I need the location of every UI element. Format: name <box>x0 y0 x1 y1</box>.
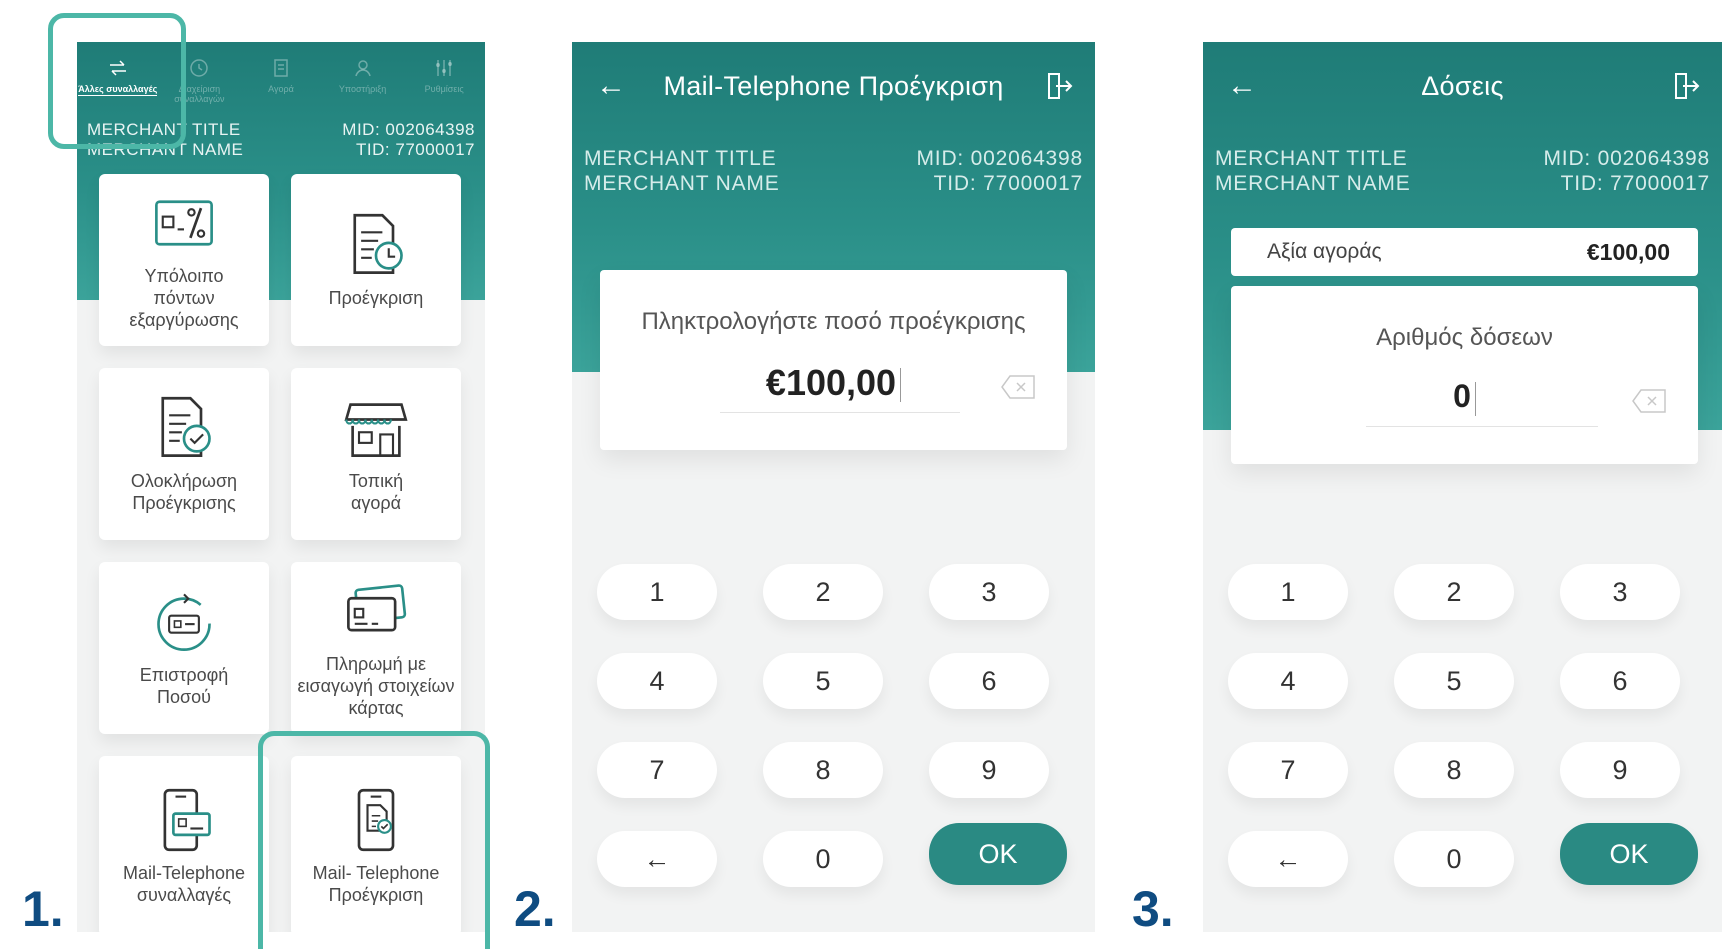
text-caret <box>900 368 902 403</box>
document-check-icon <box>161 396 211 457</box>
amount-value: €100,00 <box>765 362 897 403</box>
purchase-value-label: Αξία αγοράς <box>1267 240 1382 263</box>
key-3[interactable]: 3 <box>1560 564 1680 620</box>
merchant-info: MERCHANT TITLE MERCHANT NAME MID: 002064… <box>1215 146 1710 196</box>
nav-item-settings[interactable]: Ρυθμίσεις <box>403 52 485 122</box>
step-number-3: 3. <box>1132 881 1174 937</box>
amount-entry-card: Πληκτρολογήστε ποσό προέγκρισης €100,00 <box>600 270 1067 450</box>
merchant-id: MID: 002064398 <box>1543 147 1710 170</box>
exit-icon[interactable] <box>1043 70 1075 102</box>
purchase-value: €100,00 <box>1586 238 1670 265</box>
installments-input[interactable]: 0 <box>1231 378 1698 416</box>
key-5[interactable]: 5 <box>1394 653 1514 709</box>
merchant-title: MERCHANT TITLE <box>584 147 777 170</box>
key-5[interactable]: 5 <box>763 653 883 709</box>
key-3[interactable]: 3 <box>929 564 1049 620</box>
amount-prompt: Πληκτρολογήστε ποσό προέγκρισης <box>641 308 1026 335</box>
key-0[interactable]: 0 <box>1394 831 1514 887</box>
merchant-name: MERCHANT NAME <box>1215 172 1411 195</box>
key-9[interactable]: 9 <box>929 742 1049 798</box>
page-title: Mail-Telephone Προέγκριση <box>663 70 1004 101</box>
document-clock-icon <box>353 213 403 274</box>
screen-mail-telephone-pre-authorization: ← Mail-Telephone Προέγκριση MERCHANT TIT… <box>572 42 1095 932</box>
tile-manual-card-entry[interactable]: Πληρωμή με εισαγωγή στοιχείων κάρτας <box>291 562 461 734</box>
history-icon <box>190 59 209 77</box>
backspace-icon[interactable] <box>1000 374 1036 400</box>
points-percent-icon <box>155 200 213 246</box>
tile-points-balance[interactable]: Υπόλοιπο πόντων εξαργύρωσης <box>99 174 269 346</box>
merchant-title: MERCHANT TITLE <box>1215 147 1408 170</box>
store-icon <box>344 403 408 457</box>
key-7[interactable]: 7 <box>1228 742 1348 798</box>
tile-label: Υπόλοιπο πόντων εξαργύρωσης <box>129 266 239 330</box>
key-2[interactable]: 2 <box>1394 564 1514 620</box>
terminal-id: TID: 77000017 <box>356 140 475 159</box>
tile-mail-telephone-transactions[interactable]: Mail-Telephone συναλλαγές <box>99 756 269 932</box>
key-7[interactable]: 7 <box>597 742 717 798</box>
input-underline <box>720 412 960 413</box>
tile-local-purchase[interactable]: Τοπική αγορά <box>291 368 461 540</box>
merchant-id: MID: 002064398 <box>916 147 1083 170</box>
page-title: Δόσεις <box>1421 70 1504 101</box>
purchase-value-bar: Αξία αγοράς €100,00 <box>1231 228 1698 276</box>
tile-label: Προέγκριση <box>328 288 424 308</box>
tile-label: Πληρωμή με εισαγωγή στοιχείων κάρτας <box>297 654 455 718</box>
installments-value: 0 <box>1453 378 1471 414</box>
nav-item-purchase[interactable]: Αγορά <box>240 52 322 122</box>
key-4[interactable]: 4 <box>597 653 717 709</box>
app-header: ← Mail-Telephone Προέγκριση <box>572 64 1095 108</box>
step-number-2: 2. <box>514 881 556 937</box>
highlight-nav-other-transactions <box>48 13 186 149</box>
key-8[interactable]: 8 <box>1394 742 1514 798</box>
key-9[interactable]: 9 <box>1560 742 1680 798</box>
app-header: ← Δόσεις <box>1203 64 1722 108</box>
tile-complete-pre-authorization[interactable]: Ολοκλήρωση Προέγκρισης <box>99 368 269 540</box>
tile-refund[interactable]: Επιστροφή Ποσού <box>99 562 269 734</box>
key-6[interactable]: 6 <box>929 653 1049 709</box>
refund-card-icon <box>157 593 211 651</box>
step-number-1: 1. <box>22 881 64 937</box>
screen-installments: ← Δόσεις MERCHANT TITLE MERCHANT NAME MI… <box>1203 42 1722 932</box>
key-1[interactable]: 1 <box>1228 564 1348 620</box>
key-back-arrow[interactable]: ← <box>1228 831 1348 887</box>
nav-item-support[interactable]: Υποστήριξη <box>322 52 404 122</box>
key-6[interactable]: 6 <box>1560 653 1680 709</box>
support-icon <box>354 60 371 77</box>
input-underline <box>1366 426 1598 427</box>
highlight-mail-telephone-pre-authorization <box>258 731 490 949</box>
nav-label: Ρυθμίσεις <box>424 84 464 94</box>
merchant-name: MERCHANT NAME <box>584 172 780 195</box>
terminal-id: TID: 77000017 <box>933 172 1083 195</box>
exit-icon[interactable] <box>1670 70 1702 102</box>
merchant-info: MERCHANT TITLE MERCHANT NAME MID: 002064… <box>584 146 1083 196</box>
tile-label: Mail-Telephone συναλλαγές <box>122 863 246 905</box>
key-4[interactable]: 4 <box>1228 653 1348 709</box>
amount-input[interactable]: €100,00 <box>600 362 1067 404</box>
purchase-icon <box>274 59 288 77</box>
text-caret <box>1474 381 1476 416</box>
phone-card-icon <box>163 788 211 852</box>
key-8[interactable]: 8 <box>763 742 883 798</box>
tile-label: Ολοκλήρωση Προέγκρισης <box>130 471 238 513</box>
backspace-icon[interactable] <box>1631 388 1667 414</box>
ok-button[interactable]: OK <box>929 823 1067 885</box>
tile-label: Τοπική αγορά <box>348 471 404 513</box>
key-0[interactable]: 0 <box>763 831 883 887</box>
settings-icon <box>436 60 453 76</box>
nav-label: Υποστήριξη <box>338 84 387 94</box>
key-back-arrow[interactable]: ← <box>597 831 717 887</box>
key-1[interactable]: 1 <box>597 564 717 620</box>
ok-button[interactable]: OK <box>1560 823 1698 885</box>
key-2[interactable]: 2 <box>763 564 883 620</box>
terminal-id: TID: 77000017 <box>1560 172 1710 195</box>
tile-label: Επιστροφή Ποσού <box>139 665 229 707</box>
tile-pre-authorization[interactable]: Προέγκριση <box>291 174 461 346</box>
nav-label: Αγορά <box>268 84 294 94</box>
installments-entry-card: Αριθμός δόσεων 0 <box>1231 286 1698 464</box>
installments-prompt: Αριθμός δόσεων <box>1376 324 1553 351</box>
tutorial-stage: 1. 2. 3. Άλλες συναλλαγές Διαχείριση συν… <box>0 0 1722 949</box>
cards-icon <box>347 584 407 632</box>
merchant-id: MID: 002064398 <box>342 120 475 139</box>
